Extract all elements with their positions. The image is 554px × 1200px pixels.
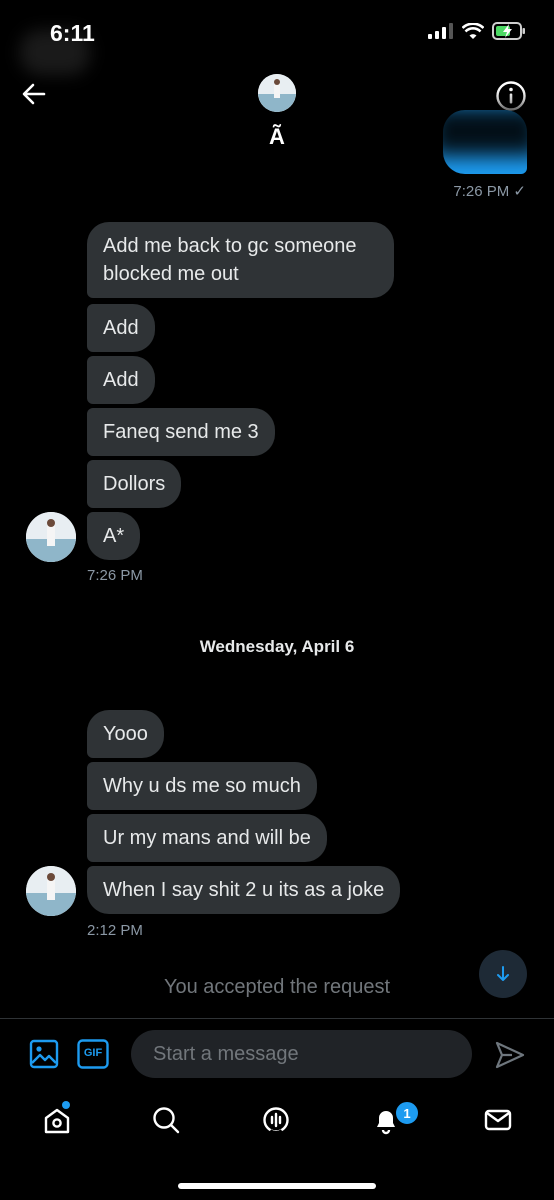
sender-avatar[interactable] <box>26 512 76 562</box>
home-new-dot <box>62 1101 70 1109</box>
tab-messages[interactable] <box>478 1100 518 1140</box>
gif-button[interactable]: GIF <box>77 1039 109 1069</box>
read-receipt-icon: ✓ <box>513 183 526 200</box>
header-avatar[interactable] <box>258 74 296 112</box>
message-bubble[interactable]: Add <box>87 356 155 404</box>
battery-charging-icon <box>492 22 525 40</box>
status-time: 6:11 <box>50 20 95 46</box>
wifi-icon <box>462 22 484 39</box>
message-bubble[interactable]: When I say shit 2 u its as a joke <box>87 866 401 914</box>
notification-count-badge: 1 <box>394 1100 420 1126</box>
message-bubble[interactable]: Why u ds me so much <box>87 762 317 810</box>
send-icon[interactable] <box>494 1039 526 1071</box>
status-icons <box>428 22 526 40</box>
gif-label: GIF <box>83 1047 103 1059</box>
home-indicator <box>178 1183 376 1189</box>
mail-icon <box>484 1109 512 1131</box>
back-arrow-icon[interactable] <box>18 78 50 110</box>
message-bubble[interactable]: Add me back to gc someone blocked me out <box>87 222 394 298</box>
blur-overlay <box>430 106 540 156</box>
spaces-icon <box>263 1107 289 1135</box>
signal-icon <box>428 23 453 39</box>
message-time: 2:12 PM <box>87 922 143 939</box>
image-icon[interactable] <box>28 1038 60 1070</box>
tab-home[interactable] <box>37 1100 77 1140</box>
message-bubble[interactable]: Yooo <box>87 710 164 758</box>
sender-avatar[interactable] <box>26 866 76 916</box>
message-input[interactable] <box>131 1030 472 1078</box>
request-accepted-notice: You accepted the request <box>163 976 391 998</box>
tab-spaces[interactable] <box>256 1100 296 1140</box>
date-separator: Wednesday, April 6 <box>199 637 355 656</box>
message-time: 7:26 PM <box>87 567 143 584</box>
home-icon <box>44 1108 70 1134</box>
sent-message-time: 7:26 PM ✓ <box>453 183 526 200</box>
message-bubble[interactable]: A* <box>87 512 141 560</box>
composer-divider <box>0 1018 554 1019</box>
tab-search[interactable] <box>146 1100 186 1140</box>
search-icon <box>153 1107 180 1134</box>
message-bubble[interactable]: Ur my mans and will be <box>87 814 327 862</box>
message-bubble[interactable]: Faneq send me 3 <box>87 408 275 456</box>
message-bubble[interactable]: Dollors <box>87 460 182 508</box>
message-bubble[interactable]: Add <box>87 304 155 352</box>
